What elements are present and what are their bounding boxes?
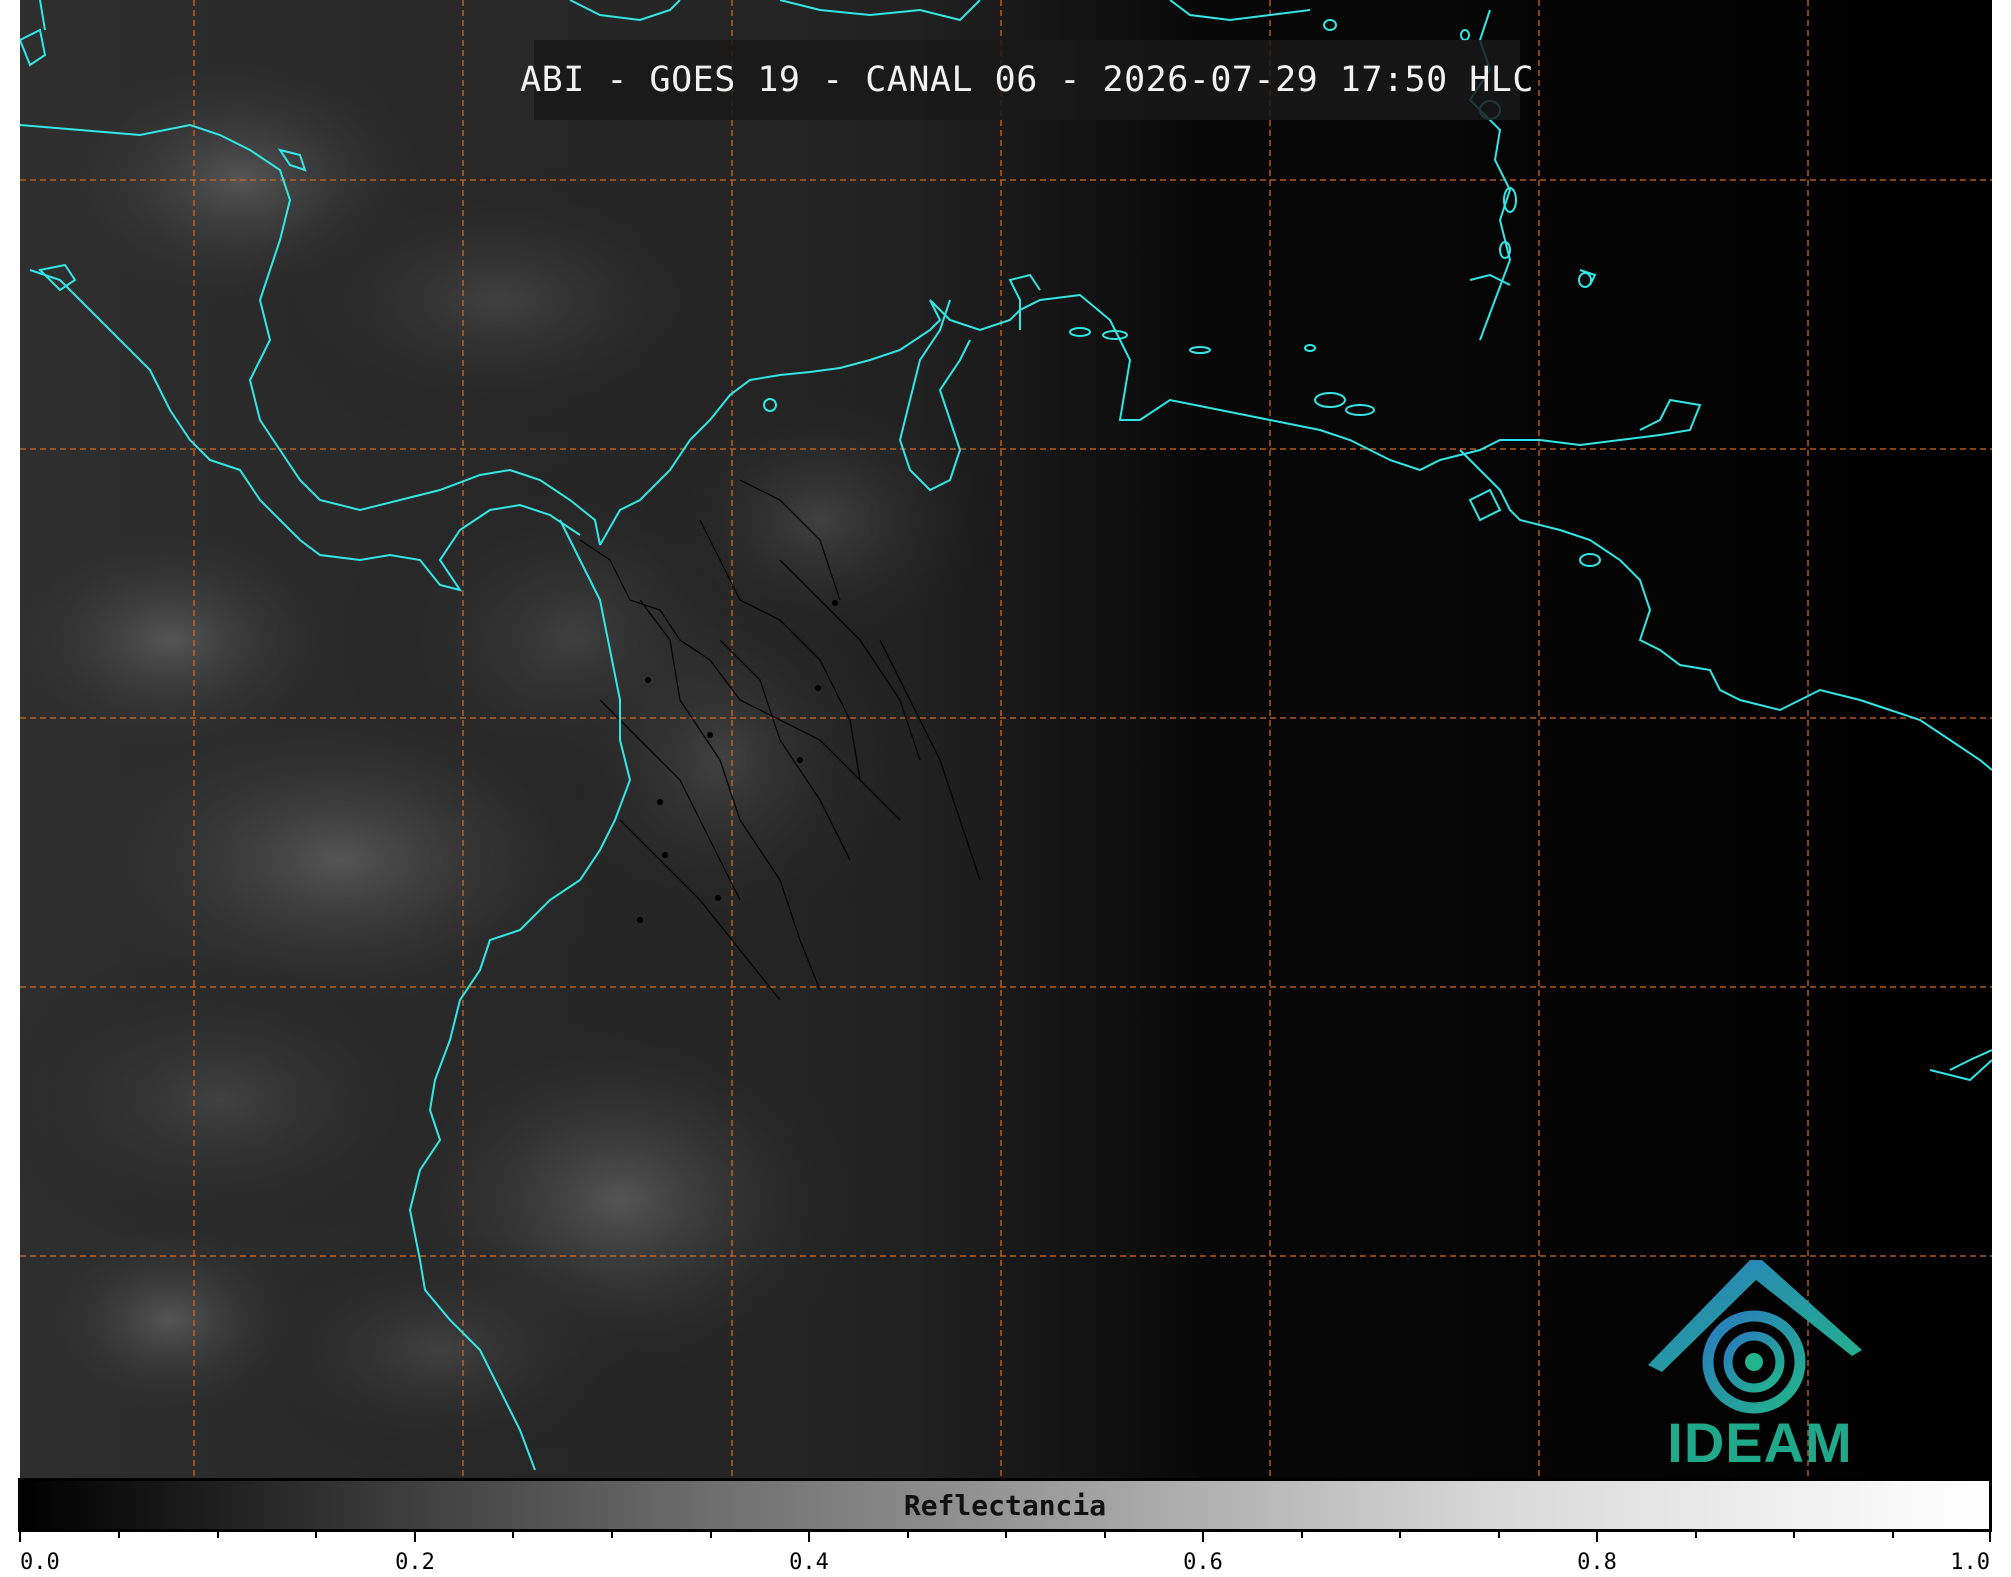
colorbar-tick-label: 0.2 — [395, 1550, 435, 1575]
image-title: ABI - GOES 19 - CANAL 06 - 2026-07-29 17… — [520, 60, 1534, 100]
colorbar-label: Reflectancia — [903, 1488, 1107, 1522]
satellite-image-page: ABI - GOES 19 - CANAL 06 - 2026-07-29 17… — [0, 0, 2011, 1577]
colorbar-ticks — [19, 1530, 1991, 1542]
ideam-logo-icon — [1648, 1260, 1862, 1414]
colorbar-tick-label: 0.4 — [789, 1550, 829, 1575]
ideam-logo-text: IDEAM — [1667, 1411, 1853, 1474]
reflectance-colorbar: Reflectancia — [18, 1478, 1992, 1532]
ideam-logo: IDEAM — [1640, 1250, 1880, 1475]
colorbar-tick-label: 0.6 — [1183, 1550, 1223, 1575]
colorbar-tick-label: 0.0 — [20, 1550, 60, 1575]
title-banner: ABI - GOES 19 - CANAL 06 - 2026-07-29 17… — [520, 40, 1533, 120]
colorbar-tick-label: 1.0 — [1950, 1550, 1990, 1575]
colorbar-tick-label: 0.8 — [1577, 1550, 1617, 1575]
